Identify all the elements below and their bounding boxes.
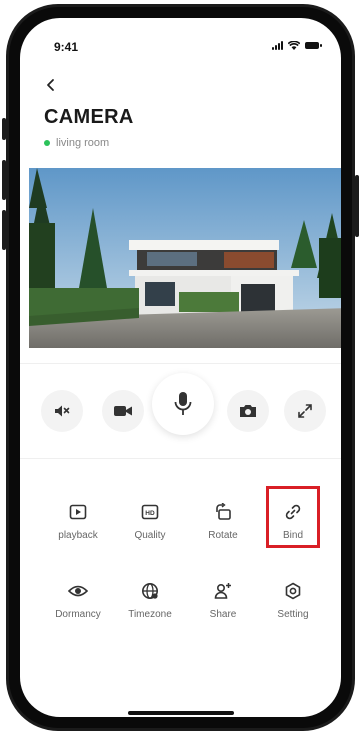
mute-button[interactable] [41,390,83,432]
feature-timezone-label: Timezone [128,609,172,620]
side-button-volume-up [2,160,6,200]
feature-setting[interactable]: Setting [261,580,325,620]
status-bar: 9:41 [20,18,341,62]
bind-highlight-box [266,486,320,548]
feature-quality[interactable]: HD Quality [118,501,182,541]
feature-share[interactable]: Share [191,580,255,620]
talk-button[interactable] [152,373,214,435]
feature-dormancy[interactable]: Dormancy [46,580,110,620]
side-button-volume-down [2,210,6,250]
feature-setting-label: Setting [277,609,309,620]
location-label: living room [56,137,110,149]
fullscreen-button[interactable] [284,390,326,432]
speaker-mute-icon [55,405,70,417]
section-divider [20,458,341,459]
eye-icon [68,585,88,597]
camera-location: living room [44,137,109,149]
home-indicator[interactable] [128,711,234,715]
video-camera-icon [114,406,132,416]
status-icons [272,40,322,50]
camera-live-view[interactable] [29,168,341,348]
online-status-dot [44,140,50,146]
play-icon [69,504,87,520]
feature-rotate[interactable]: Rotate [191,501,255,541]
live-view-house-image [29,168,341,348]
globe-icon [142,583,158,599]
feature-playback-label: playback [58,530,98,541]
hd-icon: HD [141,504,159,520]
microphone-icon [174,392,192,415]
rotate-icon [216,503,231,520]
side-button-action [2,118,6,140]
expand-icon [298,404,312,418]
feature-share-label: Share [209,609,237,620]
svg-text:HD: HD [145,510,155,517]
add-user-icon [214,583,231,599]
section-divider [20,363,341,364]
back-icon[interactable] [42,76,60,94]
status-time: 9:41 [54,40,79,54]
hexagon-settings-icon [285,582,301,600]
record-button[interactable] [102,390,144,432]
snapshot-button[interactable] [227,390,269,432]
feature-playback[interactable]: playback [46,501,110,541]
page-title: CAMERA [44,106,134,128]
battery-icon [305,41,322,49]
signal-icon [272,40,283,50]
feature-dormancy-label: Dormancy [55,609,101,620]
feature-timezone[interactable]: Timezone [118,580,182,620]
side-button-power [355,175,359,237]
feature-rotate-label: Rotate [208,530,238,541]
camera-icon [240,405,256,417]
wifi-icon [288,40,300,50]
app-screen: 9:41 CAMERA living room playback HD Qual… [20,18,341,717]
feature-quality-label: Quality [134,530,166,541]
